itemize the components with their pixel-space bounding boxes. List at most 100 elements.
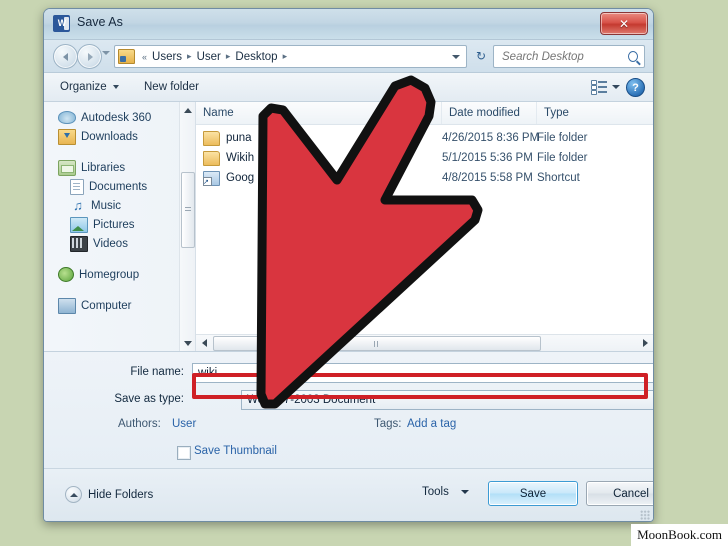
save-as-type-label: Save as type: [114, 393, 184, 405]
organize-label: Organize [60, 81, 107, 93]
close-button[interactable]: ✕ [600, 12, 648, 35]
history-dropdown-icon[interactable] [102, 51, 110, 55]
scroll-right-icon[interactable] [637, 335, 653, 351]
tags-value[interactable]: Add a tag [407, 418, 456, 430]
picture-icon [70, 216, 88, 233]
refresh-icon[interactable]: ↻ [471, 45, 491, 66]
file-name-field[interactable]: wiki [192, 363, 653, 383]
shortcut-icon [203, 170, 220, 187]
file-date-cell: 4/26/2015 8:36 PM [442, 132, 540, 144]
file-date-cell: 4/8/2015 5:58 PM [442, 172, 533, 184]
computer-icon [58, 297, 76, 314]
table-row[interactable]: Wikih 5/1/2015 5:36 PM File folder [196, 148, 653, 168]
column-header-date-modified[interactable]: Date modified [442, 102, 537, 124]
screenshot-stage: W Save As ✕ « Users ▸ User ▸ Desktop ▸ ↻ [0, 0, 728, 546]
scroll-up-icon[interactable] [180, 102, 195, 118]
hide-folders-label: Hide Folders [88, 488, 154, 501]
help-icon[interactable]: ? [626, 78, 645, 97]
authors-value[interactable]: User [172, 418, 196, 430]
sidebar-item-libraries[interactable]: Libraries [44, 158, 195, 177]
scroll-left-icon[interactable] [196, 335, 212, 351]
file-type-cell: File folder [537, 132, 588, 144]
view-mode-chevron-down-icon[interactable] [612, 85, 620, 89]
back-button[interactable] [53, 44, 78, 69]
collapse-icon [65, 486, 82, 503]
breadcrumb-user[interactable]: User [196, 51, 222, 63]
file-name-cell: Goog [203, 170, 255, 187]
file-list-horizontal-scrollbar[interactable] [196, 334, 653, 351]
sidebar-item-autodesk-360[interactable]: Autodesk 360 [44, 108, 195, 127]
scroll-down-icon[interactable] [180, 335, 195, 351]
file-type-cell: Shortcut [537, 172, 580, 184]
video-icon [70, 235, 88, 252]
breadcrumb-separator[interactable]: ▸ [222, 51, 235, 62]
sidebar-item-label: Videos [93, 237, 128, 250]
document-icon [70, 178, 84, 195]
breadcrumb-desktop[interactable]: Desktop [234, 51, 278, 63]
save-as-dialog: W Save As ✕ « Users ▸ User ▸ Desktop ▸ ↻ [43, 8, 654, 522]
tools-label: Tools [422, 486, 449, 498]
resize-grip-icon[interactable] [640, 510, 650, 520]
sidebar-item-documents[interactable]: Documents [44, 177, 195, 196]
sidebar-scrollbar-thumb[interactable] [181, 172, 195, 248]
folder-icon [203, 150, 220, 166]
save-as-type-value: Word 97-2003 Document [247, 394, 376, 406]
column-header-name[interactable]: Name [196, 102, 442, 124]
homegroup-icon [58, 267, 74, 282]
sidebar-item-computer[interactable]: Computer [44, 296, 195, 315]
table-row[interactable]: puna 4/26/2015 8:36 PM File folder [196, 128, 653, 148]
hide-folders-button[interactable]: Hide Folders [65, 486, 153, 503]
libraries-icon [58, 159, 76, 176]
file-name-text: puna [226, 132, 252, 144]
file-name-label: File name: [130, 366, 184, 378]
file-name-text: Goog [226, 172, 255, 184]
cancel-button[interactable]: Cancel [586, 481, 653, 506]
breadcrumb-separator[interactable]: ▸ [279, 51, 292, 62]
search-box[interactable] [493, 45, 645, 68]
column-header-type[interactable]: Type [537, 102, 652, 124]
sidebar-item-pictures[interactable]: Pictures [44, 215, 195, 234]
word-icon: W [53, 15, 70, 32]
sidebar-item-videos[interactable]: Videos [44, 234, 195, 253]
save-thumbnail-checkbox[interactable] [177, 446, 191, 460]
music-icon: ♫ [73, 197, 83, 213]
folder-icon [118, 49, 135, 64]
file-date-cell: 5/1/2015 5:36 PM [442, 152, 533, 164]
sidebar-scrollbar[interactable] [179, 102, 195, 351]
chevron-down-icon [460, 490, 469, 494]
downloads-icon [58, 128, 76, 145]
sidebar-item-downloads[interactable]: Downloads [44, 127, 195, 146]
save-as-type-combobox[interactable]: Word 97-2003 Document [241, 390, 653, 410]
save-thumbnail-label[interactable]: Save Thumbnail [194, 445, 277, 457]
sidebar-item-homegroup[interactable]: Homegroup [44, 265, 195, 284]
sidebar-item-label: Music [91, 199, 122, 212]
file-name-cell: Wikih [203, 150, 254, 166]
authors-label: Authors: [118, 418, 161, 430]
save-form: File name: wiki Save as type: Word 97-20… [44, 352, 653, 468]
breadcrumb-separator[interactable]: ▸ [183, 51, 196, 62]
title-bar: W Save As ✕ [44, 9, 653, 40]
file-name-cell: puna [203, 130, 252, 146]
dialog-footer: Hide Folders Tools Save Cancel [44, 468, 653, 521]
sidebar-item-label: Pictures [93, 218, 135, 231]
breadcrumb-overflow[interactable]: « [138, 52, 151, 62]
view-mode-icon[interactable] [591, 80, 607, 95]
cloud-icon [58, 111, 76, 124]
sidebar-item-label: Libraries [81, 161, 126, 174]
organize-button[interactable]: Organize [52, 73, 127, 101]
window-title: Save As [77, 15, 123, 29]
table-row[interactable]: Goog 4/8/2015 5:58 PM Shortcut [196, 168, 653, 188]
breadcrumb-users[interactable]: Users [151, 51, 183, 63]
address-bar[interactable]: « Users ▸ User ▸ Desktop ▸ [114, 45, 467, 68]
folder-icon [203, 130, 220, 146]
chevron-down-icon[interactable] [452, 54, 460, 59]
sidebar-item-label: Downloads [81, 130, 138, 143]
search-input[interactable] [500, 49, 628, 64]
horizontal-scrollbar-thumb[interactable] [213, 336, 541, 351]
sidebar-item-music[interactable]: ♫ Music [44, 196, 195, 215]
save-button[interactable]: Save [488, 481, 578, 506]
navigation-bar: « Users ▸ User ▸ Desktop ▸ ↻ [44, 40, 653, 73]
new-folder-button[interactable]: New folder [136, 73, 207, 101]
forward-button[interactable] [77, 44, 102, 69]
tools-button[interactable]: Tools [422, 486, 469, 498]
